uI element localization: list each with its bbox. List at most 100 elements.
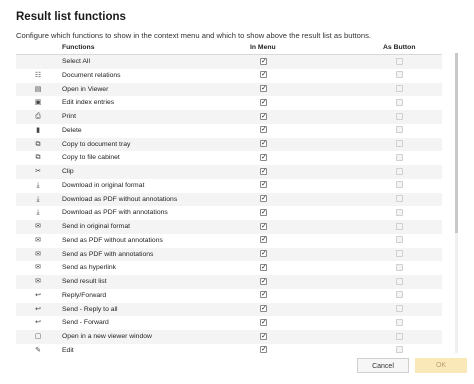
download-icon: ⤓: [36, 195, 40, 203]
in-menu-checkbox[interactable]: [260, 195, 267, 202]
function-label: Send - Forward: [62, 319, 109, 327]
table-row: ⧉ Copy to document tray: [16, 137, 442, 152]
as-button-checkbox[interactable]: [396, 263, 403, 271]
in-menu-checkbox[interactable]: [260, 126, 267, 134]
envelope-icon: ✉: [35, 250, 41, 258]
function-label: Select All: [62, 58, 90, 65]
function-label: Print: [62, 113, 76, 120]
function-label: Send in original format: [62, 223, 131, 230]
in-menu-checkbox[interactable]: [260, 222, 267, 230]
in-menu-checkbox[interactable]: [260, 318, 267, 326]
table-row: ⤓ Download as PDF without annotations: [16, 192, 442, 207]
in-menu-checkbox[interactable]: [260, 346, 267, 354]
table-row: ✉ Send as hyperlink: [16, 261, 442, 275]
function-label: Download as PDF without annotations: [62, 195, 178, 203]
as-button-checkbox[interactable]: [396, 140, 403, 147]
as-button-checkbox[interactable]: [396, 57, 403, 65]
printer-icon: ⎙: [35, 113, 41, 120]
envelope-icon: ✉: [35, 264, 41, 272]
table-row: ⤓ Download in original format: [16, 179, 442, 193]
in-menu-checkbox[interactable]: [260, 263, 267, 271]
table-header: Functions In Menu As Button: [16, 42, 442, 55]
as-button-checkbox[interactable]: [396, 291, 403, 299]
table-row: ⧉ Copy to file cabinet: [16, 151, 442, 165]
function-label: Send - Reply to all: [62, 305, 118, 313]
paperclip-icon: ✂: [35, 168, 41, 175]
table-row: ▮ Delete: [16, 124, 442, 138]
in-menu-checkbox[interactable]: [260, 305, 267, 312]
function-label: Reply/Forward: [62, 291, 107, 299]
as-button-checkbox[interactable]: [396, 222, 403, 230]
in-menu-checkbox[interactable]: [260, 332, 267, 340]
table-row: ↩ Reply/Forward: [16, 289, 442, 303]
cancel-button[interactable]: Cancel: [357, 358, 409, 373]
table-row: ⤓ Download as PDF with annotations: [16, 206, 442, 220]
table-row: ↩ Send - Reply to all: [16, 302, 442, 317]
function-label: Send as hyperlink: [62, 264, 117, 272]
in-menu-checkbox[interactable]: [260, 98, 267, 106]
in-menu-checkbox[interactable]: [260, 181, 267, 189]
reply-icon: ↩: [35, 305, 41, 313]
as-button-checkbox[interactable]: [396, 126, 403, 134]
dialog-description: Configure which functions to show in the…: [16, 31, 371, 40]
in-menu-checkbox[interactable]: [260, 85, 267, 92]
function-label: Copy to document tray: [62, 140, 131, 148]
as-button-checkbox[interactable]: [396, 98, 403, 106]
window-icon: ▢: [34, 333, 42, 340]
table-row: ✎ Edit: [16, 344, 442, 356]
in-menu-checkbox[interactable]: [260, 277, 267, 285]
copy-icon: ⧉: [35, 140, 41, 148]
table-row: ↩ Send - Forward: [16, 316, 442, 330]
as-button-checkbox[interactable]: [396, 71, 403, 79]
download-icon: ⤓: [36, 181, 40, 189]
in-menu-checkbox[interactable]: [260, 236, 267, 244]
envelope-icon: ✉: [35, 236, 41, 244]
in-menu-checkbox[interactable]: [260, 140, 267, 147]
function-label: Send result list: [62, 278, 107, 285]
table-body: Select All ☷ Document relations ▤ Open in Vi…: [16, 55, 442, 356]
as-button-checkbox[interactable]: [396, 167, 403, 175]
function-label: Download in original format: [62, 181, 145, 189]
scrollbar[interactable]: [455, 53, 458, 353]
function-label: Clip: [62, 168, 74, 175]
as-button-checkbox[interactable]: [396, 332, 403, 340]
in-menu-checkbox[interactable]: [260, 167, 267, 175]
document-icon: ▤: [34, 85, 42, 93]
download-icon: ⤓: [36, 209, 40, 217]
in-menu-checkbox[interactable]: [260, 57, 267, 65]
table-row: ✉ Send in original format: [16, 220, 442, 234]
ok-button[interactable]: OK: [415, 358, 467, 373]
function-label: Send as PDF without annotations: [62, 236, 163, 244]
as-button-checkbox[interactable]: [396, 85, 403, 92]
in-menu-checkbox[interactable]: [260, 250, 267, 257]
table-row: Select All: [16, 55, 442, 69]
in-menu-checkbox[interactable]: [260, 112, 267, 120]
table-row: ▢ Open in a new viewer window: [16, 330, 442, 344]
in-menu-checkbox[interactable]: [260, 153, 267, 161]
in-menu-checkbox[interactable]: [260, 291, 267, 299]
as-button-checkbox[interactable]: [396, 195, 403, 202]
as-button-checkbox[interactable]: [396, 181, 403, 189]
function-label: Document relations: [62, 71, 121, 79]
as-button-checkbox[interactable]: [396, 277, 403, 285]
table-row: ✉ Send result list: [16, 275, 442, 289]
header-as-button: As Button: [383, 44, 416, 51]
in-menu-checkbox[interactable]: [260, 71, 267, 79]
as-button-checkbox[interactable]: [396, 318, 403, 326]
scrollbar-thumb[interactable]: [455, 53, 458, 233]
as-button-checkbox[interactable]: [396, 112, 403, 120]
as-button-checkbox[interactable]: [396, 208, 403, 216]
as-button-checkbox[interactable]: [396, 153, 403, 161]
as-button-checkbox[interactable]: [396, 236, 403, 244]
as-button-checkbox[interactable]: [396, 305, 403, 312]
function-label: Send as PDF with annotations: [62, 250, 154, 258]
reply-icon: ↩: [35, 319, 41, 327]
dialog-footer: Cancel OK: [0, 356, 474, 384]
as-button-checkbox[interactable]: [396, 250, 403, 257]
table-row: ✉ Send as PDF with annotations: [16, 247, 442, 262]
in-menu-checkbox[interactable]: [260, 208, 267, 216]
as-button-checkbox[interactable]: [396, 346, 403, 354]
table-row: ▤ Open in Viewer: [16, 82, 442, 97]
relations-icon: ☷: [34, 71, 42, 79]
table-row: ✉ Send as PDF without annotations: [16, 234, 442, 248]
